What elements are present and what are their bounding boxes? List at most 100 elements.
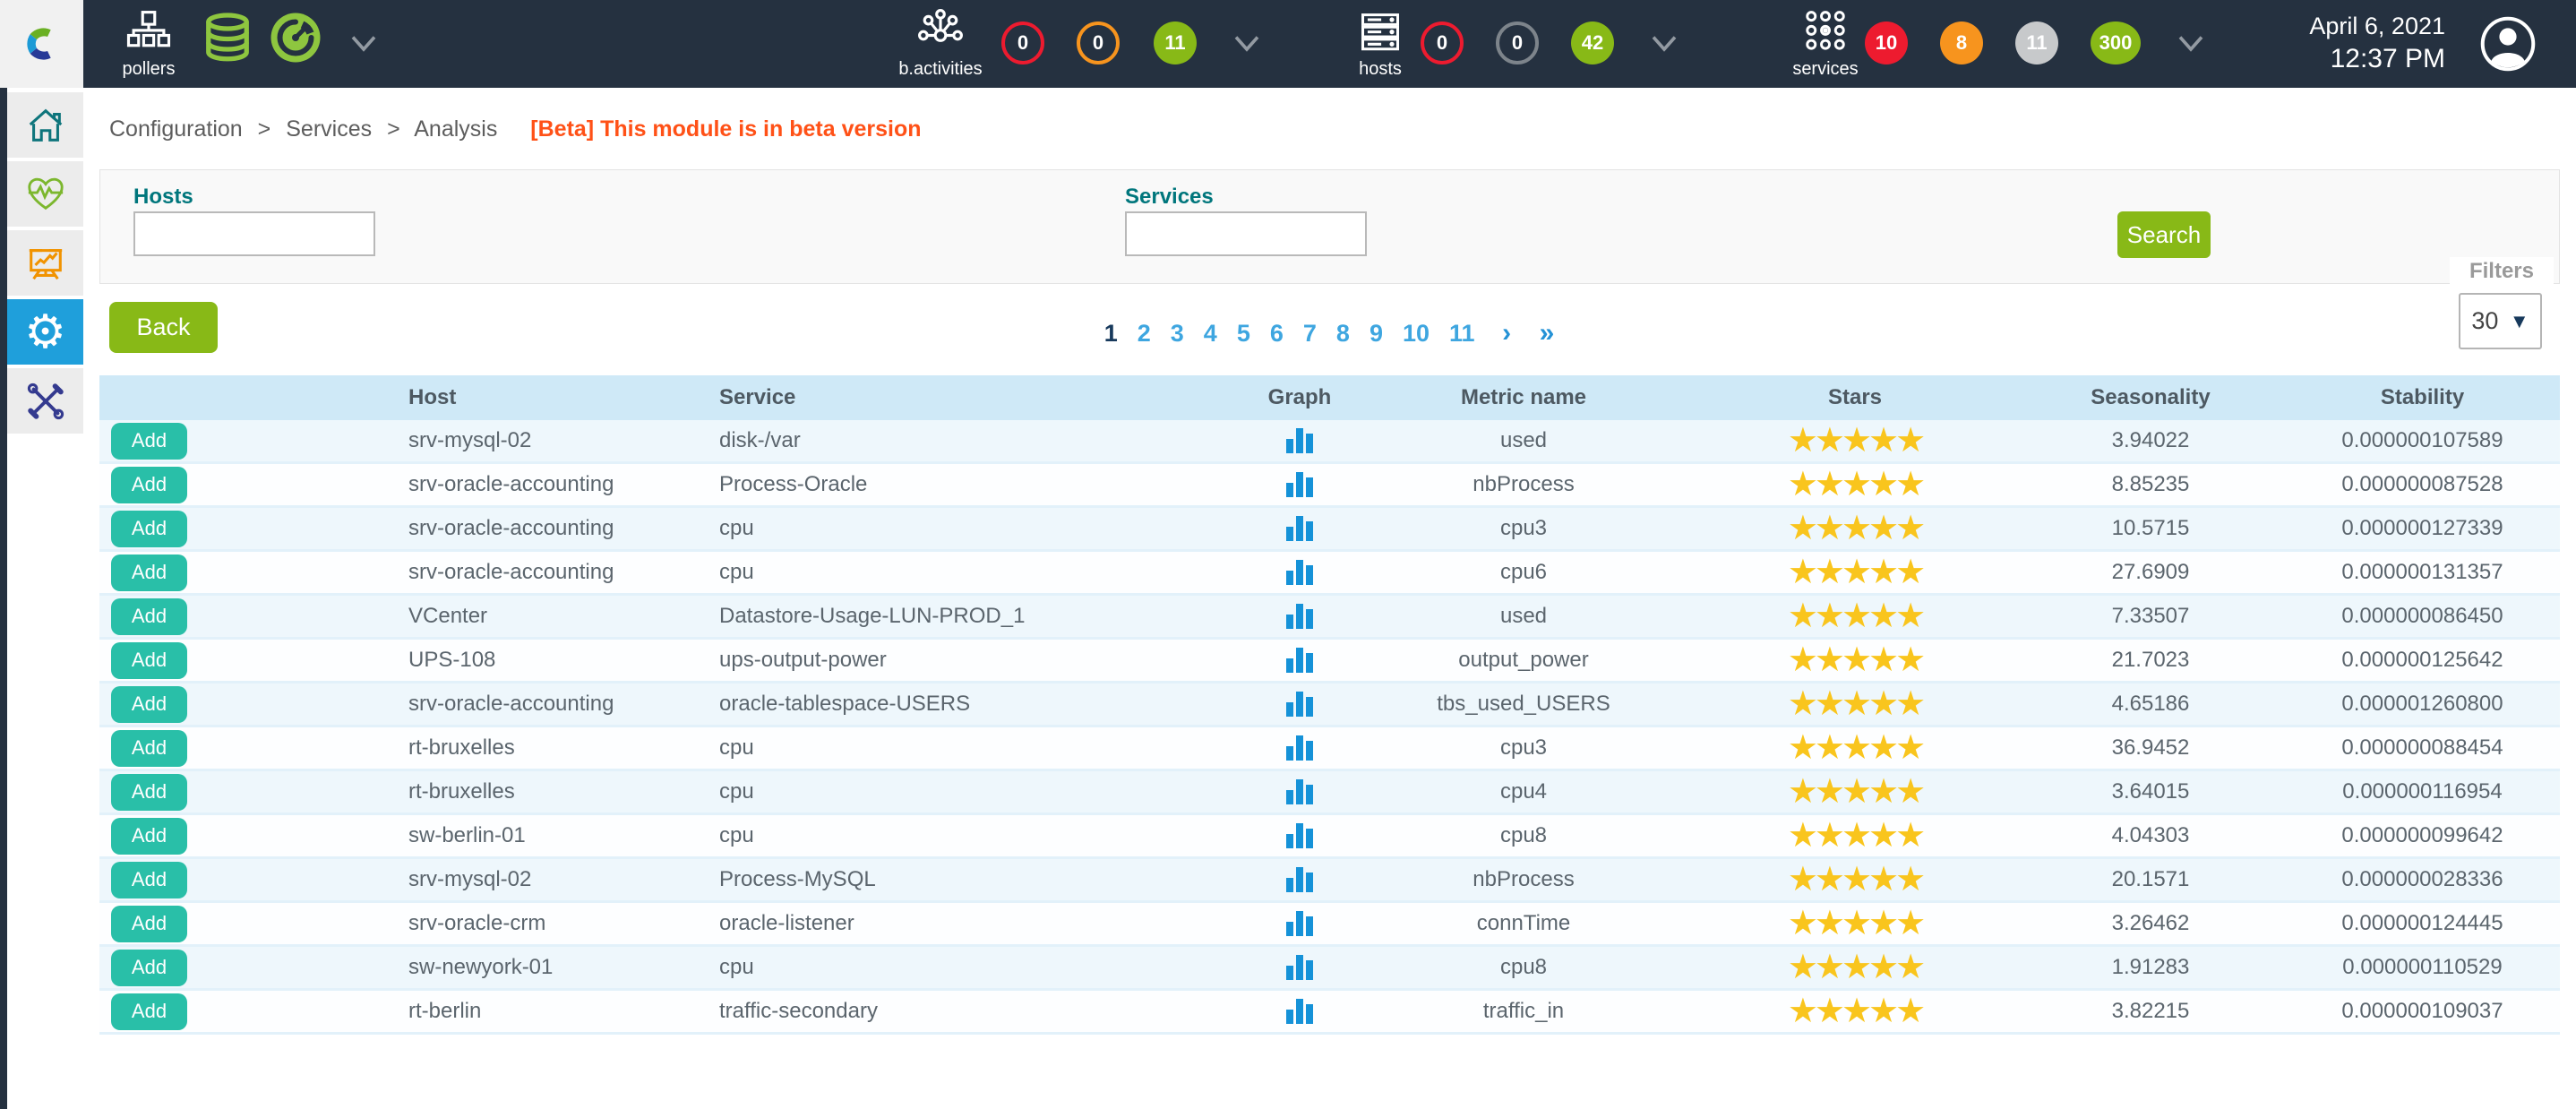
service-cell: disk-/var	[700, 428, 1246, 453]
table-row: Add srv-oracle-accounting Process-Oracle…	[99, 464, 2560, 508]
bar-chart-icon	[1286, 911, 1313, 936]
page-number[interactable]: 8	[1336, 320, 1350, 347]
graph-link[interactable]	[1246, 867, 1353, 892]
sidebar-item-administration[interactable]	[7, 368, 83, 434]
page-number[interactable]: 5	[1237, 320, 1250, 347]
sidebar-item-home[interactable]	[7, 92, 83, 158]
ba-ok-badge[interactable]: 11	[1154, 21, 1197, 64]
page-number[interactable]: 11	[1449, 320, 1475, 347]
search-button[interactable]: Search	[2117, 211, 2211, 258]
user-avatar[interactable]	[2479, 15, 2537, 73]
table-row: Add rt-berlin traffic-secondary traffic_…	[99, 991, 2560, 1035]
graph-link[interactable]	[1246, 692, 1353, 717]
page-number[interactable]: 10	[1403, 320, 1430, 347]
add-button[interactable]: Add	[111, 774, 187, 811]
seasonality-cell: 36.9452	[2016, 735, 2285, 761]
toolbar: Back 1234567891011 › » 30 ▼	[99, 284, 2560, 375]
add-button[interactable]: Add	[111, 467, 187, 503]
service-cell: cpu	[700, 516, 1246, 541]
add-button[interactable]: Add	[111, 598, 187, 635]
database-status-icon[interactable]	[201, 11, 254, 64]
graph-link[interactable]	[1246, 472, 1353, 497]
service-cell: cpu	[700, 955, 1246, 980]
hosts-menu[interactable]: hosts	[1342, 7, 1419, 80]
host-cell: srv-oracle-accounting	[296, 692, 700, 717]
graph-link[interactable]	[1246, 823, 1353, 848]
services-filter-input[interactable]	[1125, 211, 1367, 256]
page-number[interactable]: 4	[1204, 320, 1217, 347]
add-button[interactable]: Add	[111, 993, 187, 1030]
sidebar-item-configuration[interactable]: ⚙	[7, 299, 83, 365]
bar-chart-icon	[1286, 867, 1313, 892]
next-page-icon[interactable]: ›	[1502, 318, 1511, 348]
sidebar-item-reporting[interactable]	[7, 230, 83, 296]
hosts-chevron-icon[interactable]	[1648, 30, 1680, 57]
services-warning-count: 8	[1956, 31, 1967, 55]
ba-menu[interactable]: b.activities	[882, 7, 999, 80]
pollers-menu[interactable]: pollers	[106, 7, 192, 80]
graph-link[interactable]	[1246, 428, 1353, 453]
graph-link[interactable]	[1246, 999, 1353, 1024]
metric-cell: cpu3	[1353, 516, 1694, 541]
add-button[interactable]: Add	[111, 906, 187, 942]
add-button[interactable]: Add	[111, 554, 187, 591]
breadcrumb-analysis[interactable]: Analysis	[414, 116, 497, 142]
hosts-filter-input[interactable]	[133, 211, 375, 256]
add-button[interactable]: Add	[111, 511, 187, 547]
page-number[interactable]: 7	[1303, 320, 1317, 347]
seasonality-cell: 27.6909	[2016, 560, 2285, 585]
stars-rating: ★★★★★	[1694, 775, 2016, 809]
services-menu[interactable]: services	[1781, 7, 1870, 80]
page-number[interactable]: 6	[1270, 320, 1284, 347]
graph-link[interactable]	[1246, 516, 1353, 541]
add-button[interactable]: Add	[111, 730, 187, 767]
header-graph: Graph	[1246, 385, 1353, 410]
hosts-unreachable-badge[interactable]: 0	[1496, 21, 1539, 64]
services-ok-badge[interactable]: 300	[2091, 21, 2141, 64]
page-number[interactable]: 3	[1171, 320, 1184, 347]
graph-link[interactable]	[1246, 955, 1353, 980]
filters-toggle[interactable]: Filters	[2450, 257, 2554, 286]
ba-warning-badge[interactable]: 0	[1077, 21, 1120, 64]
add-button[interactable]: Add	[111, 818, 187, 855]
pollers-chevron-icon[interactable]	[348, 30, 380, 57]
seasonality-cell: 3.82215	[2016, 999, 2285, 1024]
page-number[interactable]: 2	[1138, 320, 1151, 347]
add-button[interactable]: Add	[111, 950, 187, 986]
page-number[interactable]: 9	[1370, 320, 1383, 347]
centreon-logo[interactable]	[0, 0, 83, 88]
clock: April 6, 2021 12:37 PM	[2212, 13, 2445, 74]
graph-link[interactable]	[1246, 648, 1353, 673]
graph-link[interactable]	[1246, 735, 1353, 761]
hosts-up-badge[interactable]: 42	[1571, 21, 1614, 64]
page-size-select[interactable]: 30 ▼	[2459, 293, 2542, 349]
latency-gauge-icon[interactable]	[269, 11, 322, 64]
page-number[interactable]: 1	[1104, 320, 1118, 347]
ba-chevron-icon[interactable]	[1231, 30, 1263, 57]
breadcrumb-services[interactable]: Services	[286, 116, 372, 142]
stars-rating: ★★★★★	[1694, 555, 2016, 589]
services-warning-badge[interactable]: 8	[1940, 21, 1983, 64]
services-critical-badge[interactable]: 10	[1865, 21, 1908, 64]
add-button[interactable]: Add	[111, 642, 187, 679]
bar-chart-icon	[1286, 604, 1313, 629]
add-button[interactable]: Add	[111, 686, 187, 723]
graph-link[interactable]	[1246, 911, 1353, 936]
service-cell: Datastore-Usage-LUN-PROD_1	[700, 604, 1246, 629]
host-cell: srv-oracle-crm	[296, 911, 700, 936]
services-chevron-icon[interactable]	[2175, 30, 2207, 57]
hosts-down-badge[interactable]: 0	[1421, 21, 1464, 64]
add-button[interactable]: Add	[111, 862, 187, 898]
graph-link[interactable]	[1246, 604, 1353, 629]
page-size-value: 30	[2471, 307, 2498, 335]
sidebar-item-monitoring[interactable]	[7, 161, 83, 227]
add-button[interactable]: Add	[111, 423, 187, 460]
graph-link[interactable]	[1246, 560, 1353, 585]
stars-rating: ★★★★★	[1694, 950, 2016, 984]
breadcrumb-configuration[interactable]: Configuration	[109, 116, 243, 142]
last-page-icon[interactable]: »	[1540, 318, 1555, 348]
services-unknown-badge[interactable]: 11	[2015, 21, 2058, 64]
graph-link[interactable]	[1246, 779, 1353, 804]
service-cell: cpu	[700, 560, 1246, 585]
ba-critical-badge[interactable]: 0	[1001, 21, 1044, 64]
